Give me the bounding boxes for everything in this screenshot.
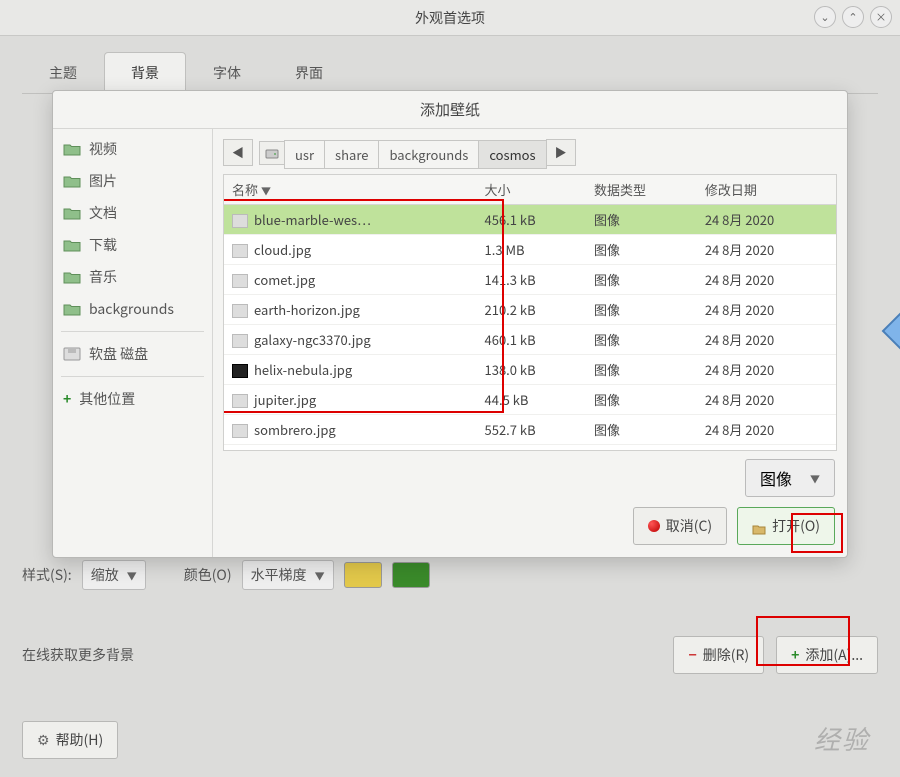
sidebar-item-下载[interactable]: 下载 — [53, 229, 212, 261]
file-list[interactable]: 名称 ▼ 大小 数据类型 修改日期 blue-marble-wes…456.1 … — [223, 174, 837, 451]
sidebar-item-文档[interactable]: 文档 — [53, 197, 212, 229]
help-icon: ? — [881, 301, 900, 361]
file-dialog: 添加壁纸 视频图片文档下载音乐 backgrounds 软盘 磁盘 + 其他位置 ◀ u… — [52, 90, 848, 558]
watermark: 经验 — [814, 720, 870, 757]
chevron-down-icon: ▼ — [315, 568, 325, 583]
chevron-down-icon: ▼ — [127, 568, 137, 583]
window-maximize-button[interactable]: ⌃ — [842, 6, 864, 28]
gear-icon: ⚙ — [37, 730, 50, 750]
breadcrumb-back-button[interactable]: ◀ — [223, 139, 253, 166]
table-row[interactable]: cloud.jpg1.3 MB图像24 8月 2020 — [224, 235, 836, 265]
style-dropdown[interactable]: 缩放▼ — [82, 560, 146, 590]
sidebar-item-软盘 磁盘[interactable]: 软盘 磁盘 — [53, 338, 212, 370]
disk-icon — [63, 347, 81, 361]
breadcrumb: ◀ usrsharebackgroundscosmos ▶ — [213, 129, 847, 174]
add-button[interactable]: +添加(A)... — [776, 636, 878, 674]
folder-icon — [63, 142, 81, 156]
sidebar-item-label: 视频 — [89, 139, 117, 159]
folder-icon — [63, 174, 81, 188]
color-swatch-2[interactable] — [392, 562, 430, 588]
table-row[interactable]: jupiter.jpg44.5 kB图像24 8月 2020 — [224, 385, 836, 415]
folder-icon — [63, 270, 81, 284]
sidebar-item-其他位置[interactable]: + 其他位置 — [53, 383, 212, 415]
plus-icon: + — [63, 389, 71, 409]
gradient-dropdown[interactable]: 水平梯度▼ — [242, 560, 334, 590]
folder-icon — [63, 206, 81, 220]
sidebar-item-视频[interactable]: 视频 — [53, 133, 212, 165]
folder-icon — [63, 302, 81, 316]
sidebar-item-音乐[interactable]: 音乐 — [53, 261, 212, 293]
color-label: 颜色(O) — [184, 565, 232, 585]
col-type[interactable]: 数据类型 — [586, 175, 697, 205]
table-row[interactable]: comet.jpg141.3 kB图像24 8月 2020 — [224, 265, 836, 295]
image-file-icon — [232, 214, 248, 228]
color-swatch-1[interactable] — [344, 562, 382, 588]
image-file-icon — [232, 394, 248, 408]
image-file-icon — [232, 364, 248, 378]
cancel-button[interactable]: 取消(C) — [633, 507, 727, 545]
table-row[interactable]: galaxy-ngc3370.jpg460.1 kB图像24 8月 2020 — [224, 325, 836, 355]
table-row[interactable]: helix-nebula.jpg138.0 kB图像24 8月 2020 — [224, 355, 836, 385]
dialog-sidebar: 视频图片文档下载音乐 backgrounds 软盘 磁盘 + 其他位置 — [53, 129, 213, 557]
folder-icon — [63, 238, 81, 252]
sidebar-item-label: 软盘 磁盘 — [89, 344, 148, 364]
col-name[interactable]: 名称 ▼ — [224, 175, 477, 205]
sidebar-item-图片[interactable]: 图片 — [53, 165, 212, 197]
breadcrumb-seg-usr[interactable]: usr — [284, 140, 325, 169]
tab-font[interactable]: 字体 — [186, 52, 268, 93]
breadcrumb-seg-backgrounds[interactable]: backgrounds — [378, 140, 479, 169]
open-button[interactable]: 打开(O) — [737, 507, 835, 545]
minus-icon: − — [688, 645, 696, 665]
col-size[interactable]: 大小 — [477, 175, 586, 205]
window-title: 外观首选项 — [415, 8, 485, 28]
image-file-icon — [232, 304, 248, 318]
table-row[interactable]: earth-horizon.jpg210.2 kB图像24 8月 2020 — [224, 295, 836, 325]
tabs: 主题 背景 字体 界面 — [22, 52, 878, 94]
folder-open-icon — [752, 520, 766, 532]
remove-button[interactable]: −删除(R) — [673, 636, 764, 674]
tab-background[interactable]: 背景 — [104, 52, 186, 93]
breadcrumb-seg-share[interactable]: share — [324, 140, 379, 169]
sidebar-item-label: 音乐 — [89, 267, 117, 287]
chevron-down-icon: ▼ — [810, 471, 820, 486]
tab-interface[interactable]: 界面 — [268, 52, 350, 93]
image-file-icon — [232, 244, 248, 258]
style-label: 样式(S): — [22, 565, 72, 585]
online-backgrounds-link[interactable]: 在线获取更多背景 — [22, 645, 134, 665]
window-close-button[interactable]: × — [870, 6, 892, 28]
breadcrumb-drive-icon[interactable] — [259, 141, 285, 165]
window-minimize-button[interactable]: ⌄ — [814, 6, 836, 28]
tab-theme[interactable]: 主题 — [22, 52, 104, 93]
sidebar-item-label: 文档 — [89, 203, 117, 223]
sidebar-item-label: backgrounds — [89, 299, 174, 319]
harddisk-icon — [265, 146, 279, 160]
window-titlebar: 外观首选项 ⌄ ⌃ × — [0, 0, 900, 36]
sort-indicator-icon: ▼ — [261, 183, 271, 198]
record-icon — [648, 520, 660, 532]
sidebar-item-label: 图片 — [89, 171, 117, 191]
table-row[interactable]: sombrero.jpg552.7 kB图像24 8月 2020 — [224, 415, 836, 445]
col-date[interactable]: 修改日期 — [697, 175, 836, 205]
sidebar-item-label: 其他位置 — [79, 389, 135, 409]
image-file-icon — [232, 424, 248, 438]
plus-icon: + — [791, 645, 799, 665]
breadcrumb-forward-button[interactable]: ▶ — [546, 139, 576, 166]
table-row[interactable]: blue-marble-wes…456.1 kB图像24 8月 2020 — [224, 205, 836, 235]
sidebar-item-label: 下载 — [89, 235, 117, 255]
dialog-title: 添加壁纸 — [53, 91, 847, 129]
filter-dropdown[interactable]: 图像▼ — [745, 459, 835, 497]
image-file-icon — [232, 334, 248, 348]
sidebar-item-backgrounds[interactable]: backgrounds — [53, 293, 212, 325]
help-button[interactable]: ⚙帮助(H) — [22, 721, 118, 759]
style-row: 样式(S): 缩放▼ 颜色(O) 水平梯度▼ — [22, 560, 878, 590]
breadcrumb-seg-cosmos[interactable]: cosmos — [478, 140, 546, 169]
image-file-icon — [232, 274, 248, 288]
